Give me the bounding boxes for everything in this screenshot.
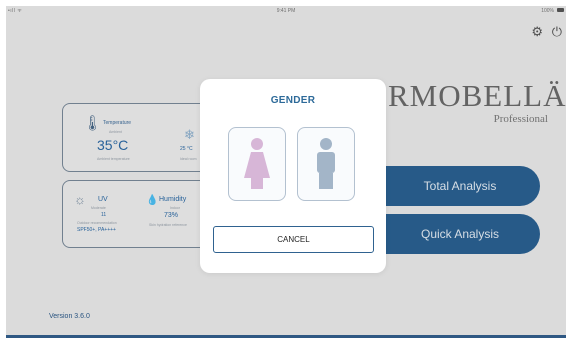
male-icon: [317, 138, 335, 189]
female-option-button[interactable]: [228, 127, 286, 201]
female-icon: [244, 138, 270, 189]
dialog-title: GENDER: [270, 95, 316, 106]
app-screen: •ıll ᯤ 9:41 PM 100% ⚙ ⏻ RMOBELLÄ Profess…: [6, 6, 566, 338]
gender-dialog: GENDER CANCEL: [200, 79, 386, 273]
cancel-button[interactable]: CANCEL: [213, 226, 374, 253]
male-option-button[interactable]: [297, 127, 355, 201]
